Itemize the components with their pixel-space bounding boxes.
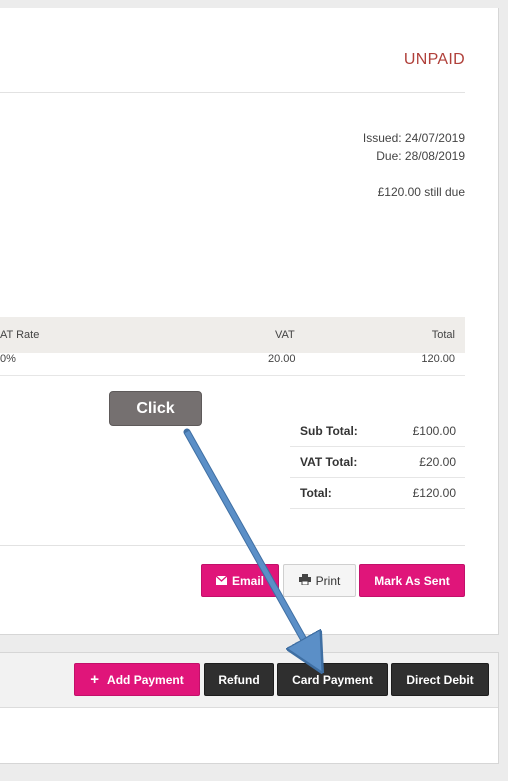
annotation-arrow	[183, 428, 508, 781]
click-callout: Click	[109, 391, 202, 426]
